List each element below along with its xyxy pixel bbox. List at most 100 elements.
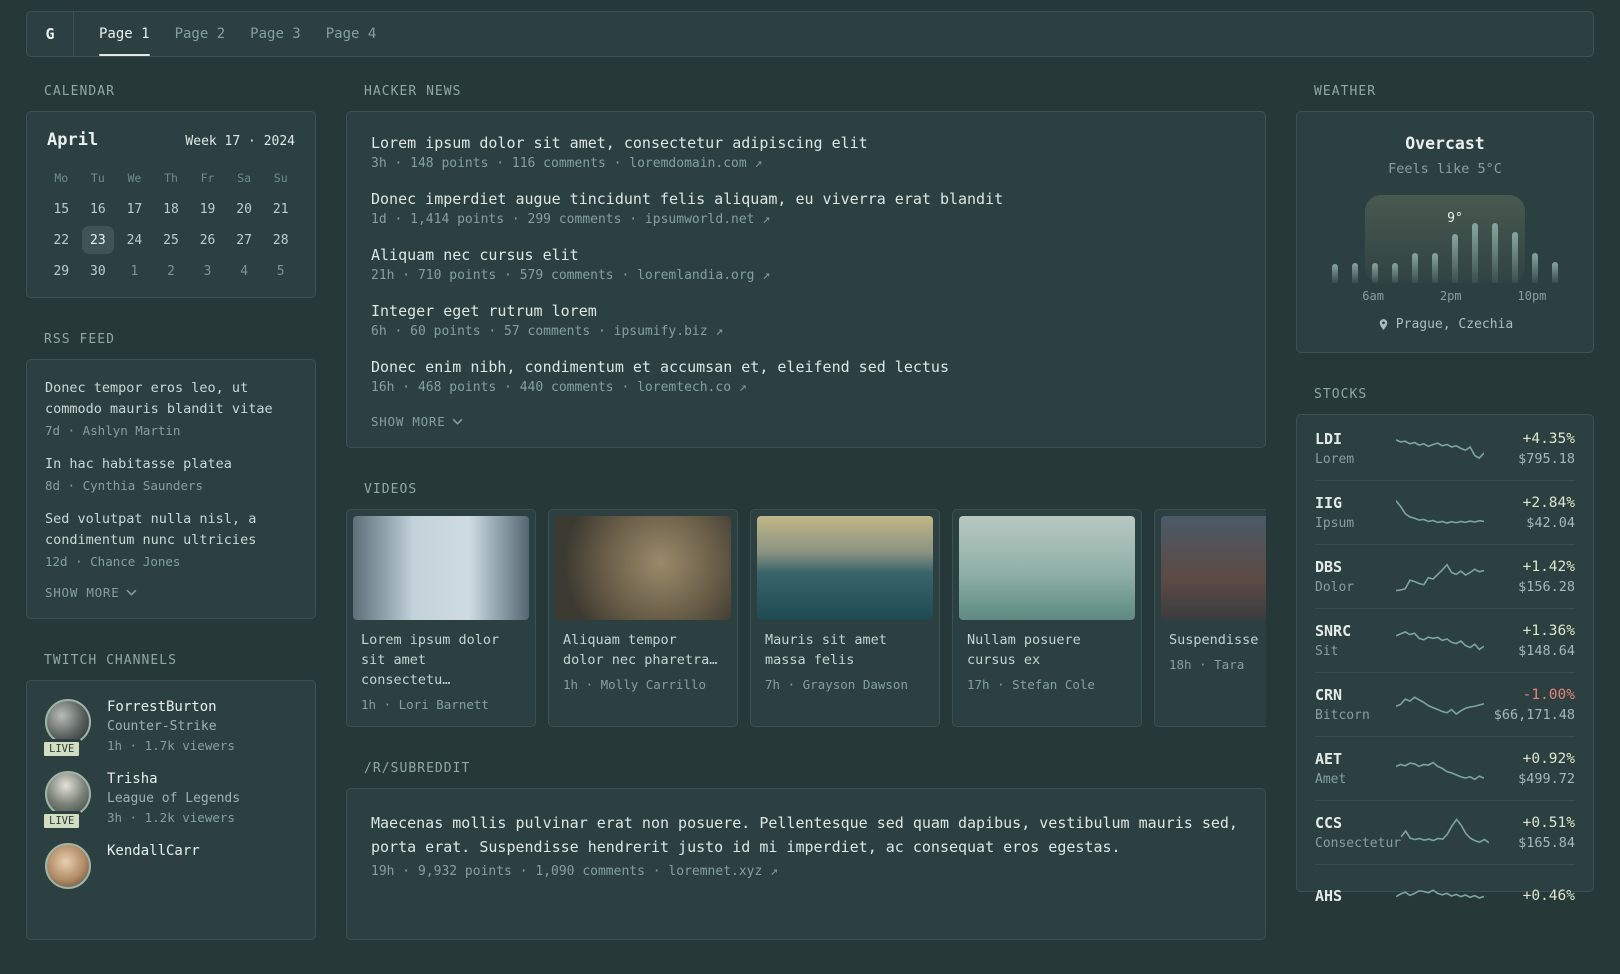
channel-game[interactable]: League of Legends [107,791,240,806]
video-thumbnail[interactable] [353,516,529,620]
stock-symbol[interactable]: LDI [1315,430,1396,448]
twitch-channel[interactable]: LIVE Trisha League of Legends 3h · 1.2k … [41,771,297,831]
calendar-day: 22 [53,232,70,248]
video-meta: 7h · Grayson Dawson [765,677,908,692]
stock-symbol[interactable]: CRN [1315,686,1396,704]
video-title[interactable]: Lorem ipsum dolor sit amet consectetu… [361,630,521,690]
stock-symbol[interactable]: IIG [1315,494,1396,512]
video-thumbnail[interactable] [1161,516,1266,620]
stock-row[interactable]: CRN Bitcorn -1.00% $66,171.48 [1315,672,1575,736]
rss-item-title[interactable]: In hac habitasse platea [45,454,297,475]
video-card[interactable]: Mauris sit amet massa felis 7h · Grayson… [750,509,940,727]
channel-meta: 3h · 1.2k viewers [107,810,235,825]
video-card[interactable]: Suspendisse diam 18h · Tara [1154,509,1266,727]
subreddit-post[interactable]: Maecenas mollis pulvinar erat non posuer… [371,811,1241,879]
stock-name: Amet [1315,772,1347,787]
rss-item[interactable]: Sed volutpat nulla nisl, a condimentum n… [45,509,297,569]
dashboard-columns: CALENDAR April Week 17 · 2024 Mo Tu We Th Fr… [0,84,1620,974]
video-title[interactable]: Nullam posuere cursus ex [967,630,1127,670]
calendar-day-selected: 23 [81,226,114,254]
calendar-day: 19 [199,201,216,217]
hackernews-item[interactable]: Donec imperdiet augue tincidunt felis al… [371,190,1241,227]
stock-row[interactable]: AHS +0.46% [1315,864,1575,927]
tab-page-2[interactable]: Page 2 [175,12,226,56]
calendar-week-year: Week 17 · 2024 [185,134,295,149]
hackernews-item-title[interactable]: Donec enim nibh, condimentum et accumsan… [371,358,1241,376]
hackernews-item-meta[interactable]: 6h · 60 points · 57 comments · ipsumify.… [371,324,1241,339]
hackernews-show-more[interactable]: SHOW MORE [371,414,1241,429]
video-thumbnail[interactable] [555,516,731,620]
calendar-day: 29 [53,263,70,279]
rss-item-meta: 8d · Cynthia Saunders [45,478,204,493]
stock-symbol[interactable]: AET [1315,750,1396,768]
tab-page-3[interactable]: Page 3 [250,12,301,56]
stock-sparkline [1396,495,1484,531]
hackernews-item[interactable]: Lorem ipsum dolor sit amet, consectetur … [371,134,1241,171]
stock-row[interactable]: CCS Consectetur +0.51% $165.84 [1315,800,1575,864]
hackernews-item[interactable]: Donec enim nibh, condimentum et accumsan… [371,358,1241,395]
hackernews-item-meta[interactable]: 3h · 148 points · 116 comments · loremdo… [371,156,1241,171]
temperature-bar [1385,195,1405,283]
channel-name[interactable]: Trisha [107,771,240,787]
video-thumbnail[interactable] [757,516,933,620]
stock-row[interactable]: LDI Lorem +4.35% $795.18 [1315,417,1575,480]
location-pin-icon [1379,319,1388,330]
tab-page-1[interactable]: Page 1 [99,12,150,56]
rss-item[interactable]: Donec tempor eros leo, ut commodo mauris… [45,378,297,438]
video-title[interactable]: Suspendisse diam [1169,630,1266,650]
stock-row[interactable]: IIG Ipsum +2.84% $42.04 [1315,480,1575,544]
temperature-bar [1365,195,1385,283]
video-card[interactable]: Nullam posuere cursus ex 17h · Stefan Co… [952,509,1142,727]
app-logo[interactable]: G [27,12,74,56]
stock-row[interactable]: AET Amet +0.92% $499.72 [1315,736,1575,800]
header: G Page 1 Page 2 Page 3 Page 4 [26,11,1594,57]
weather-condition: Overcast [1405,134,1485,153]
calendar-weekday: Tu [90,171,105,185]
subreddit-post-title[interactable]: Maecenas mollis pulvinar erat non posuer… [371,811,1241,859]
stock-symbol[interactable]: AHS [1315,887,1396,905]
calendar-card: April Week 17 · 2024 Mo Tu We Th Fr Sa Su 15 16 1… [26,111,316,298]
channel-name[interactable]: KendallCarr [107,843,200,859]
hackernews-item-title[interactable]: Lorem ipsum dolor sit amet, consectetur … [371,134,1241,152]
temperature-bar [1325,195,1345,283]
hackernews-item-meta[interactable]: 1d · 1,414 points · 299 comments · ipsum… [371,212,1241,227]
calendar-header: April Week 17 · 2024 [43,130,299,150]
video-title[interactable]: Aliquam tempor dolor nec pharetra… [563,630,723,670]
hackernews-item-meta[interactable]: 16h · 468 points · 440 comments · loremt… [371,380,1241,395]
tab-page-4[interactable]: Page 4 [326,12,377,56]
hackernews-item[interactable]: Integer eget rutrum lorem 6h · 60 points… [371,302,1241,339]
hackernews-item-meta[interactable]: 21h · 710 points · 579 comments · loreml… [371,268,1241,283]
stock-symbol[interactable]: SNRC [1315,622,1396,640]
temperature-bar [1505,195,1525,283]
hackernews-item-title[interactable]: Donec imperdiet augue tincidunt felis al… [371,190,1241,208]
twitch-channel[interactable]: LIVE ForrestBurton Counter-Strike 1h · 1… [41,699,297,759]
hackernews-item-title[interactable]: Aliquam nec cursus elit [371,246,1241,264]
hackernews-item[interactable]: Aliquam nec cursus elit 21h · 710 points… [371,246,1241,283]
stocks-widget: STOCKS LDI Lorem +4.35% $795.18 IIG Ipsum +… [1296,387,1594,905]
video-card[interactable]: Lorem ipsum dolor sit amet consectetu… 1… [346,509,536,727]
stock-row[interactable]: DBS Dolor +1.42% $156.28 [1315,544,1575,608]
weather-location[interactable]: Prague, Czechia [1315,317,1575,332]
rss-item-title[interactable]: Donec tempor eros leo, ut commodo mauris… [45,378,297,420]
rss-item-title[interactable]: Sed volutpat nulla nisl, a condimentum n… [45,509,297,551]
rss-show-more[interactable]: SHOW MORE [45,585,297,600]
stocks-widget-title: STOCKS [1314,387,1368,402]
stock-sparkline [1396,687,1484,723]
video-thumbnail[interactable] [959,516,1135,620]
temperature-bar-current: 9° [1445,195,1465,283]
stock-price: $66,171.48 [1493,706,1575,723]
stock-symbol[interactable]: DBS [1315,558,1396,576]
stock-row[interactable]: SNRC Sit +1.36% $148.64 [1315,608,1575,672]
rss-item[interactable]: In hac habitasse platea 8d · Cynthia Sau… [45,454,297,493]
subreddit-post-meta[interactable]: 19h · 9,932 points · 1,090 comments · lo… [371,864,1241,879]
twitch-channel[interactable]: KendallCarr [45,843,297,889]
video-card[interactable]: Aliquam tempor dolor nec pharetra… 1h · … [548,509,738,727]
channel-game[interactable]: Counter-Strike [107,719,235,734]
stock-price: $499.72 [1518,770,1575,787]
stock-name: Consectetur [1315,836,1402,851]
calendar-day: 25 [163,232,179,248]
hackernews-item-title[interactable]: Integer eget rutrum lorem [371,302,1241,320]
stock-symbol[interactable]: CCS [1315,814,1401,832]
video-title[interactable]: Mauris sit amet massa felis [765,630,925,670]
channel-name[interactable]: ForrestBurton [107,699,235,715]
